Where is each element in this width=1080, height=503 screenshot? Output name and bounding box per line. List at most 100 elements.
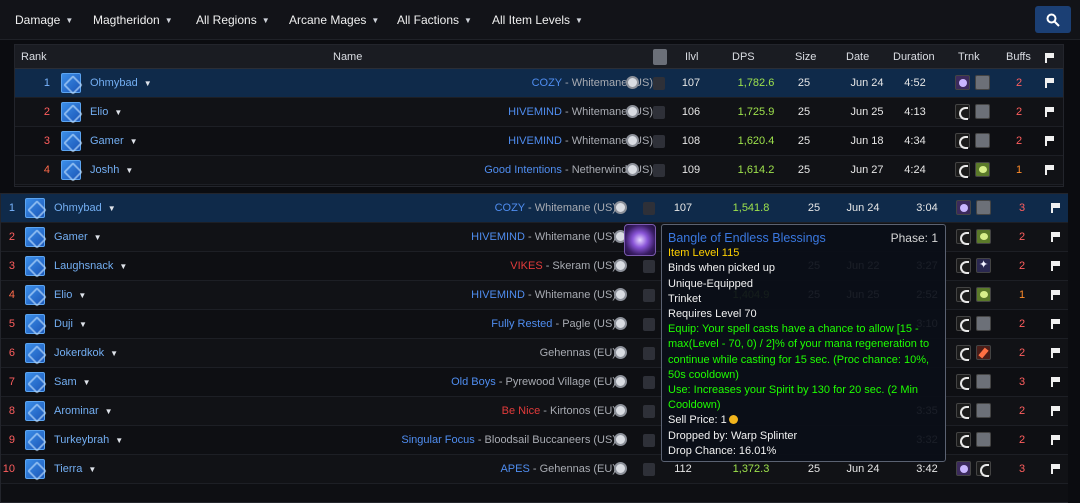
filter-metric-dropdown[interactable]: Damage ▼ (15, 13, 73, 27)
guild-realm[interactable]: Fully Rested - Pagle (US) (491, 318, 616, 330)
flag-icon[interactable] (1051, 435, 1060, 445)
guild-name[interactable]: HIVEMIND (471, 231, 525, 243)
trinket-1-icon[interactable] (956, 432, 971, 448)
trinket-1-icon[interactable] (956, 461, 971, 476)
trinket-1-icon[interactable] (955, 104, 970, 120)
flag-icon[interactable] (1051, 464, 1060, 474)
col-size[interactable]: Size (795, 51, 816, 63)
trinket-2-icon[interactable] (976, 287, 991, 302)
trinket-2-icon[interactable] (975, 75, 990, 90)
player-name-link[interactable]: Tierra ▼ (54, 463, 96, 475)
flag-icon[interactable] (1051, 203, 1060, 213)
guild-name[interactable]: VIKES (510, 260, 542, 272)
guild-realm[interactable]: Be Nice - Kirtonos (EU) (502, 405, 616, 417)
video-icon[interactable] (653, 49, 667, 65)
guild-name[interactable]: COZY (495, 202, 525, 214)
trinket-1-icon[interactable] (956, 316, 971, 332)
filter-region-dropdown[interactable]: All Regions ▼ (196, 13, 270, 27)
player-name-link[interactable]: Elio ▼ (90, 106, 122, 118)
col-dps[interactable]: DPS (732, 51, 755, 63)
player-name-link[interactable]: Laughsnack ▼ (54, 260, 127, 272)
armory-globe-icon[interactable] (626, 76, 639, 89)
armory-globe-icon[interactable] (614, 317, 627, 330)
flag-icon[interactable] (1051, 406, 1060, 416)
trinket-2-icon[interactable] (976, 432, 991, 447)
col-trinkets[interactable]: Trnk (958, 51, 980, 63)
filter-faction-dropdown[interactable]: All Factions ▼ (397, 13, 472, 27)
filter-itemlevel-dropdown[interactable]: All Item Levels ▼ (492, 13, 583, 27)
trinket-1-icon[interactable] (956, 229, 971, 245)
table-row[interactable]: 1 Ohmybad ▼ COZY - Whitemane (US) 107 1,541.8… (1, 194, 1068, 223)
trinket-2-icon[interactable] (976, 374, 991, 389)
col-name[interactable]: Name (333, 51, 362, 63)
player-name-link[interactable]: Gamer ▼ (90, 135, 138, 147)
guild-name[interactable]: HIVEMIND (508, 135, 562, 147)
guild-name[interactable]: Good Intentions (484, 164, 562, 176)
player-name-link[interactable]: Ohmybad ▼ (54, 202, 116, 214)
player-name-link[interactable]: Joshh ▼ (90, 164, 133, 176)
player-name-link[interactable]: Turkeybrah ▼ (54, 434, 123, 446)
trinket-1-icon[interactable] (955, 162, 970, 178)
armory-globe-icon[interactable] (614, 462, 627, 475)
guild-name[interactable]: HIVEMIND (508, 106, 562, 118)
trinket-1-icon[interactable] (956, 403, 971, 419)
trinket-1-icon[interactable] (956, 287, 971, 303)
guild-name[interactable]: Singular Focus (401, 434, 474, 446)
flag-icon[interactable] (1051, 232, 1060, 242)
armory-globe-icon[interactable] (614, 346, 627, 359)
trinket-2-icon[interactable] (976, 200, 991, 215)
trinket-1-icon[interactable] (956, 374, 971, 390)
trinket-1-icon[interactable] (956, 200, 971, 215)
table-row[interactable]: 4 Joshh ▼ Good Intentions - Netherwind (US)… (15, 156, 1063, 185)
guild-realm[interactable]: APES - Gehennas (EU) (500, 463, 616, 475)
col-rank[interactable]: Rank (21, 51, 47, 63)
guild-realm[interactable]: Gehennas (EU) (540, 347, 616, 359)
player-name-link[interactable]: Elio ▼ (54, 289, 86, 301)
trinket-1-icon[interactable] (955, 75, 970, 90)
flag-icon[interactable] (1051, 348, 1060, 358)
trinket-2-icon[interactable] (975, 133, 990, 148)
guild-name[interactable]: APES (500, 463, 529, 475)
player-name-link[interactable]: Jokerdkok ▼ (54, 347, 118, 359)
armory-globe-icon[interactable] (614, 433, 627, 446)
flag-icon[interactable] (1051, 261, 1060, 271)
guild-realm[interactable]: Singular Focus - Bloodsail Buccaneers (U… (401, 434, 616, 446)
player-name-link[interactable]: Gamer ▼ (54, 231, 102, 243)
guild-realm[interactable]: VIKES - Skeram (US) (510, 260, 616, 272)
filter-spec-dropdown[interactable]: Arcane Mages ▼ (289, 13, 379, 27)
flag-icon[interactable] (1045, 165, 1054, 175)
guild-name[interactable]: HIVEMIND (471, 289, 525, 301)
trinket-2-icon[interactable] (975, 162, 990, 177)
player-name-link[interactable]: Sam ▼ (54, 376, 91, 388)
guild-name[interactable]: Fully Rested (491, 318, 552, 330)
trinket-2-icon[interactable] (976, 461, 991, 477)
col-duration[interactable]: Duration (893, 51, 935, 63)
armory-globe-icon[interactable] (614, 404, 627, 417)
guild-name[interactable]: COZY (532, 77, 562, 89)
table-row[interactable]: 2 Elio ▼ HIVEMIND - Whitemane (US) 106 1,725.… (15, 98, 1063, 127)
guild-realm[interactable]: HIVEMIND - Whitemane (US) (471, 231, 616, 243)
armory-globe-icon[interactable] (614, 259, 627, 272)
flag-icon[interactable] (1045, 78, 1054, 88)
armory-globe-icon[interactable] (614, 375, 627, 388)
filter-boss-dropdown[interactable]: Magtheridon ▼ (93, 13, 173, 27)
armory-globe-icon[interactable] (614, 201, 627, 214)
armory-globe-icon[interactable] (626, 105, 639, 118)
guild-name[interactable]: Be Nice (502, 405, 541, 417)
flag-icon[interactable] (1045, 136, 1054, 146)
trinket-2-icon[interactable] (976, 229, 991, 244)
flag-icon[interactable] (1051, 319, 1060, 329)
armory-globe-icon[interactable] (614, 288, 627, 301)
player-name-link[interactable]: Arominar ▼ (54, 405, 113, 417)
col-date[interactable]: Date (846, 51, 869, 63)
table-row[interactable]: 3 Gamer ▼ HIVEMIND - Whitemane (US) 108 1,620… (15, 127, 1063, 156)
trinket-2-icon[interactable] (976, 258, 991, 273)
trinket-2-icon[interactable] (975, 104, 990, 119)
guild-realm[interactable]: HIVEMIND - Whitemane (US) (471, 289, 616, 301)
trinket-1-icon[interactable] (956, 258, 971, 274)
col-ilvl[interactable]: Ilvl (685, 51, 698, 63)
table-row[interactable]: 1 Ohmybad ▼ COZY - Whitemane (US) 107 1,782.6… (15, 69, 1063, 98)
trinket-2-icon[interactable] (976, 345, 991, 360)
flag-icon[interactable] (1051, 290, 1060, 300)
trinket-1-icon[interactable] (956, 345, 971, 361)
